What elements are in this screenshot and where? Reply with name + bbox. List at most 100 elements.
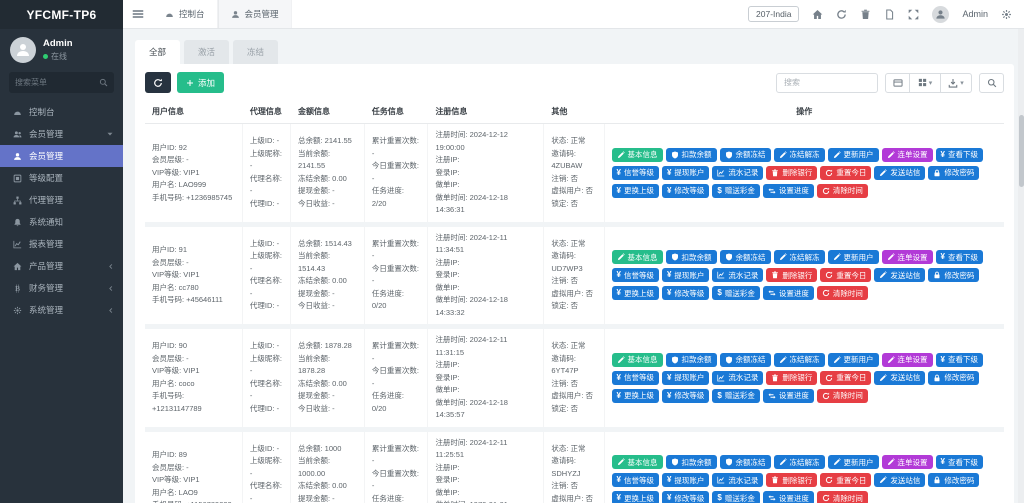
action-button[interactable]: $赠送彩金 [712,184,759,198]
action-button[interactable]: ¥修改等级 [662,389,709,403]
action-button[interactable]: 删除银行 [766,268,817,282]
action-button[interactable]: 发送站信 [874,268,925,282]
sidebar-item-levels[interactable]: 等级配置 [0,167,123,189]
filter-tab[interactable]: 全部 [135,40,180,64]
action-button[interactable]: 更新用户 [828,148,879,162]
action-button[interactable]: 基本信息 [612,353,663,367]
action-button[interactable]: 更新用户 [828,455,879,469]
action-button[interactable]: ¥提现账户 [662,371,709,385]
action-button[interactable]: ¥更换上级 [612,491,659,503]
action-button[interactable]: ¥更换上级 [612,389,659,403]
action-button[interactable]: 更新用户 [828,250,879,264]
hamburger-icon[interactable] [123,0,153,28]
action-button[interactable]: ¥提现账户 [662,166,709,180]
scrollbar-thumb[interactable] [1019,115,1024,187]
action-button[interactable]: 扣款余额 [666,250,717,264]
action-button[interactable]: 流水记录 [712,371,763,385]
action-button[interactable]: ¥信誉等级 [612,268,659,282]
sidebar-item-home[interactable]: 产品管理 [0,255,123,277]
action-button[interactable]: $赠送彩金 [712,491,759,503]
sidebar-item-dashboard[interactable]: 控制台 [0,101,123,123]
action-button[interactable]: 设置进度 [763,491,814,503]
action-button[interactable]: 清除时间 [817,184,868,198]
action-button[interactable]: 冻结解冻 [774,148,825,162]
topbar-tab[interactable]: 控制台 [153,0,218,28]
trash-icon[interactable] [860,9,871,20]
action-button[interactable]: ¥提现账户 [662,268,709,282]
action-button[interactable]: 发送站信 [874,371,925,385]
action-button[interactable]: 扣款余额 [666,353,717,367]
action-button[interactable]: 冻结解冻 [774,353,825,367]
action-button[interactable]: 更新用户 [828,353,879,367]
file-icon[interactable] [884,9,895,20]
action-button[interactable]: ¥查看下级 [936,250,983,264]
action-button[interactable]: 重置今日 [820,473,871,487]
search-button[interactable] [979,73,1004,93]
filter-tab[interactable]: 激活 [184,40,229,64]
refresh-button[interactable] [145,72,171,93]
home-icon[interactable] [812,9,823,20]
sidebar-search-input[interactable] [15,78,99,87]
action-button[interactable]: 冻结解冻 [774,250,825,264]
action-button[interactable]: 连单设置 [882,455,933,469]
action-button[interactable]: 冻结解冻 [774,455,825,469]
topbar-tab[interactable]: 会员管理 [218,0,292,28]
scrollbar-track[interactable] [1018,29,1024,503]
action-button[interactable]: 余额冻结 [720,148,771,162]
action-button[interactable]: 修改密码 [928,473,979,487]
topbar-user-name[interactable]: Admin [962,9,988,19]
action-button[interactable]: 流水记录 [712,268,763,282]
region-select[interactable]: 207-India [748,6,799,22]
action-button[interactable]: $赠送彩金 [712,286,759,300]
topbar-avatar[interactable] [932,6,949,23]
action-button[interactable]: ¥查看下级 [936,148,983,162]
sidebar-item-cogs[interactable]: 系统管理 [0,299,123,321]
sidebar-item-bell[interactable]: 系统通知 [0,211,123,233]
action-button[interactable]: 流水记录 [712,473,763,487]
avatar[interactable] [10,37,36,63]
action-button[interactable]: 发送站信 [874,473,925,487]
action-button[interactable]: 余额冻结 [720,455,771,469]
action-button[interactable]: 基本信息 [612,250,663,264]
action-button[interactable]: 扣款余额 [666,148,717,162]
export-button[interactable]: ▾ [941,73,972,93]
search-input[interactable] [776,73,878,93]
action-button[interactable]: ¥信誉等级 [612,166,659,180]
filter-tab[interactable]: 冻结 [233,40,278,64]
action-button[interactable]: 修改密码 [928,268,979,282]
action-button[interactable]: 基本信息 [612,148,663,162]
sidebar-item-sitemap[interactable]: 代理管理 [0,189,123,211]
action-button[interactable]: 修改密码 [928,166,979,180]
action-button[interactable]: ¥查看下级 [936,455,983,469]
action-button[interactable]: ¥信誉等级 [612,473,659,487]
action-button[interactable]: 流水记录 [712,166,763,180]
action-button[interactable]: ¥更换上级 [612,286,659,300]
action-button[interactable]: 清除时间 [817,491,868,503]
action-button[interactable]: 修改密码 [928,371,979,385]
action-button[interactable]: ¥修改等级 [662,184,709,198]
action-button[interactable]: ¥更换上级 [612,184,659,198]
action-button[interactable]: 重置今日 [820,166,871,180]
action-button[interactable]: 设置进度 [763,389,814,403]
add-button[interactable]: 添加 [177,72,224,93]
action-button[interactable]: 删除银行 [766,166,817,180]
action-button[interactable]: 设置进度 [763,184,814,198]
action-button[interactable]: 连单设置 [882,148,933,162]
action-button[interactable]: 清除时间 [817,286,868,300]
refresh-icon[interactable] [836,9,847,20]
action-button[interactable]: 连单设置 [882,353,933,367]
action-button[interactable]: ¥修改等级 [662,491,709,503]
action-button[interactable]: 清除时间 [817,389,868,403]
sidebar-item-chart[interactable]: 报表管理 [0,233,123,255]
action-button[interactable]: 发送站信 [874,166,925,180]
action-button[interactable]: 重置今日 [820,268,871,282]
action-button[interactable]: ¥信誉等级 [612,371,659,385]
action-button[interactable]: 重置今日 [820,371,871,385]
action-button[interactable]: 扣款余额 [666,455,717,469]
action-button[interactable]: 删除银行 [766,371,817,385]
sidebar-item-users[interactable]: 会员管理 [0,123,123,145]
action-button[interactable]: 删除银行 [766,473,817,487]
expand-icon[interactable] [908,9,919,20]
action-button[interactable]: 设置进度 [763,286,814,300]
columns-button[interactable]: ▾ [910,73,941,93]
